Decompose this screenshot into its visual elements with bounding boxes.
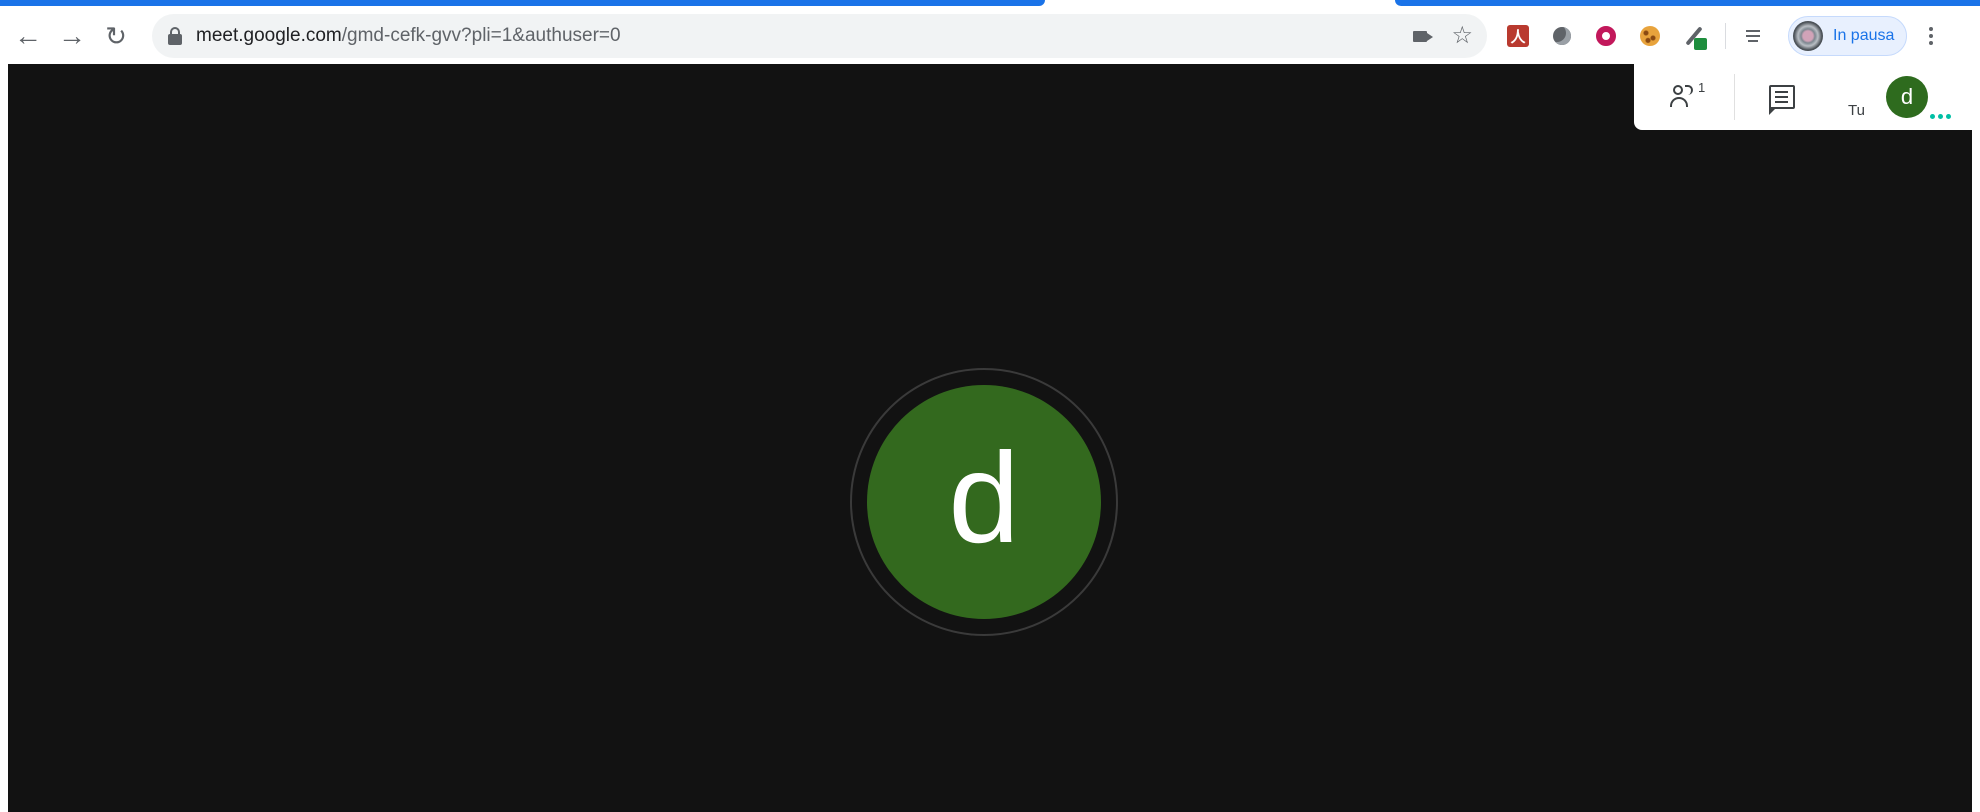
address-bar[interactable]: meet.google.com/gmd-cefk-gvv?pli=1&authu…	[152, 14, 1487, 58]
arrow-left-icon: ←	[14, 20, 42, 51]
main-participant-tile: d	[850, 368, 1118, 636]
pdf-extension-icon[interactable]: 人	[1501, 19, 1535, 53]
self-tile-label: Tu	[1848, 102, 1865, 119]
camera-icon[interactable]	[1413, 30, 1434, 42]
tab-strip-right	[1395, 0, 1980, 6]
reload-button[interactable]: ↻	[94, 14, 138, 58]
participants-count: 1	[1698, 80, 1706, 95]
participants-button[interactable]: 1	[1650, 64, 1722, 130]
participants-icon: 1	[1670, 80, 1705, 110]
profile-button[interactable]: In pausa	[1788, 16, 1908, 56]
tab-strip-left	[0, 0, 1045, 6]
toolbar-divider	[1725, 23, 1726, 49]
browser-toolbar: ← → ↻ meet.google.com/gmd-cefk-gvv?pli=1…	[0, 8, 1980, 64]
circle-extension-icon[interactable]	[1545, 19, 1579, 53]
url-path: /gmd-cefk-gvv?pli=1&authuser=0	[341, 25, 621, 46]
url-host: meet.google.com	[196, 25, 342, 46]
kebab-menu-icon[interactable]	[1921, 27, 1941, 45]
back-button[interactable]: ←	[6, 14, 50, 58]
self-avatar[interactable]: d	[1886, 76, 1928, 118]
audio-activity-icon	[1930, 114, 1951, 119]
color-picker-extension-icon[interactable]	[1677, 19, 1711, 53]
panel-divider	[1734, 74, 1735, 120]
donut-extension-icon[interactable]	[1589, 19, 1623, 53]
lock-icon[interactable]	[168, 27, 182, 45]
chat-icon	[1768, 85, 1795, 115]
meet-stage: 1 Tu d d	[8, 64, 1972, 812]
chat-button[interactable]	[1746, 64, 1818, 130]
forward-button[interactable]: →	[50, 14, 94, 58]
extensions-area: 人 In pausa	[1495, 8, 1941, 64]
main-participant-avatar: d	[867, 385, 1101, 619]
star-icon[interactable]: ☆	[1451, 24, 1473, 48]
reload-icon: ↻	[105, 20, 127, 51]
cookie-extension-icon[interactable]	[1633, 19, 1667, 53]
url-text[interactable]: meet.google.com/gmd-cefk-gvv?pli=1&authu…	[196, 25, 621, 47]
profile-status-label: In pausa	[1833, 27, 1895, 44]
media-control-icon[interactable]	[1736, 19, 1770, 53]
meet-top-panel: 1 Tu d	[1634, 64, 1972, 130]
arrow-right-icon: →	[58, 20, 86, 51]
profile-avatar	[1793, 21, 1823, 51]
